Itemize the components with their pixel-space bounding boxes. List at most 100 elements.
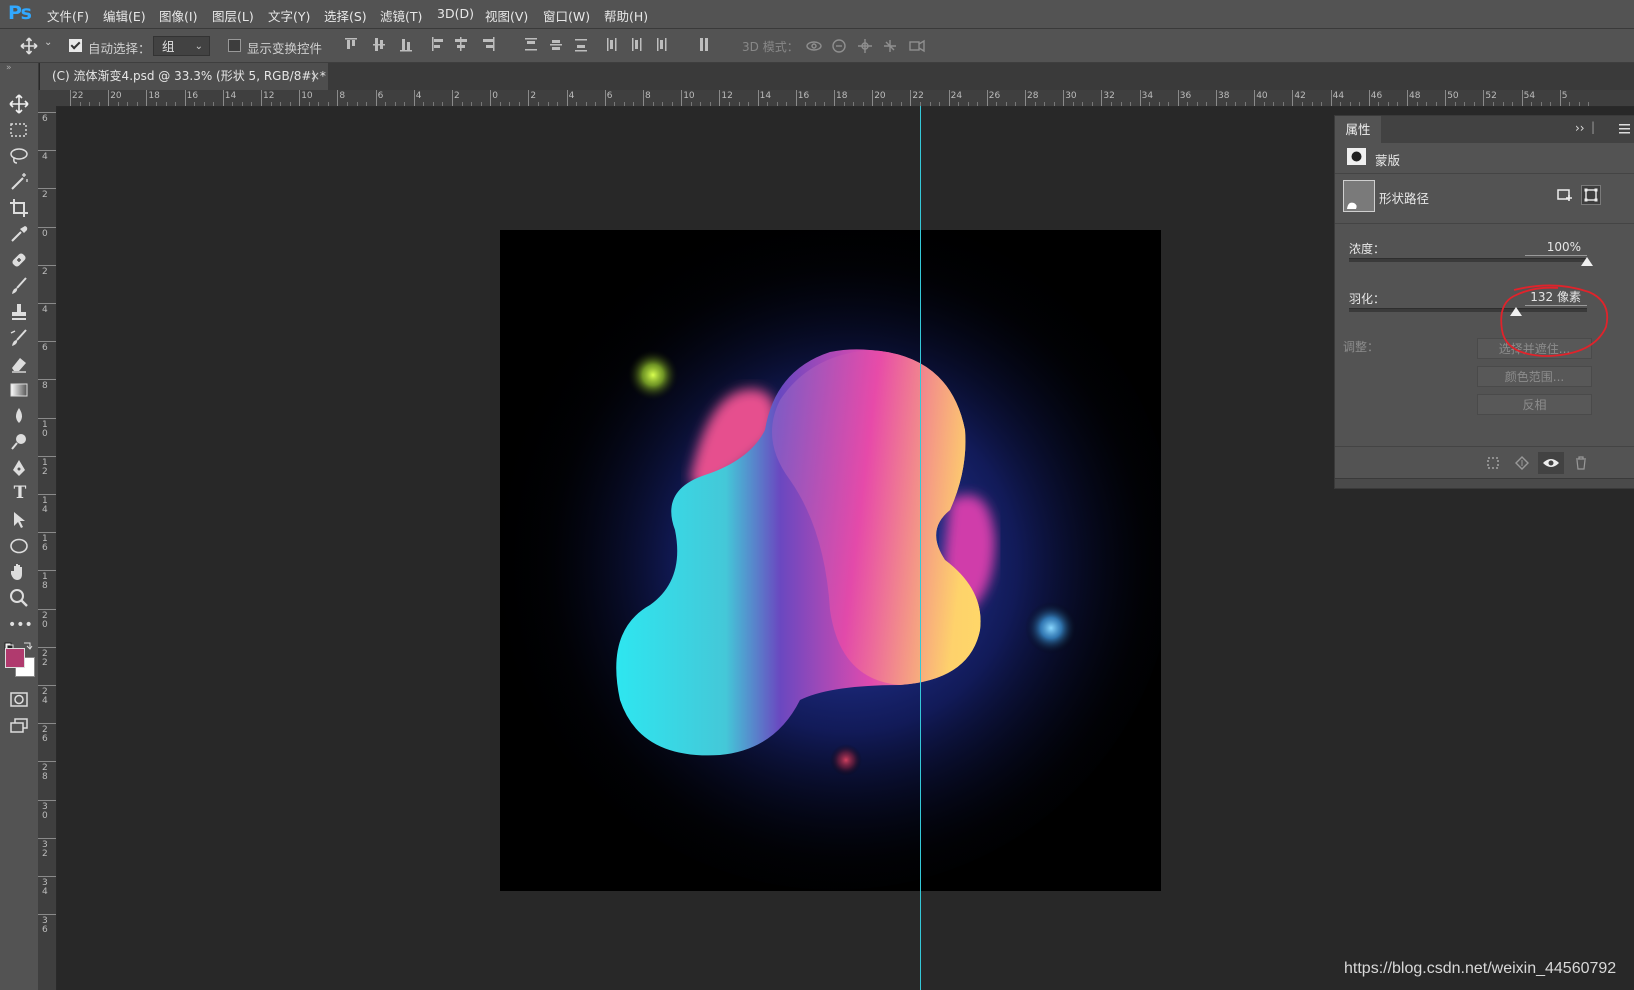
apply-mask-icon[interactable] <box>1514 456 1530 470</box>
menu-select[interactable]: 选择(S) <box>324 6 367 25</box>
type-tool-icon[interactable]: T <box>9 483 31 503</box>
gradient-tool-icon[interactable] <box>9 380 29 400</box>
properties-tab-bar: 属性 ›› | <box>1335 116 1634 143</box>
menu-edit[interactable]: 编辑(E) <box>103 6 146 25</box>
close-tab-icon[interactable]: × <box>310 63 320 90</box>
ruler-minor-tick <box>1311 102 1313 106</box>
3d-mode-tool-icons[interactable] <box>806 37 926 55</box>
brush-tool-icon[interactable] <box>9 276 29 296</box>
ruler-tick <box>261 90 262 106</box>
color-range-button[interactable]: 颜色范围... <box>1477 366 1592 387</box>
ruler-label: 2 <box>454 91 460 101</box>
panel-resize-handle[interactable] <box>1335 478 1634 488</box>
ruler-tick <box>986 90 988 106</box>
document-canvas[interactable] <box>500 230 1161 891</box>
ruler-origin[interactable] <box>38 90 56 106</box>
eyedropper-tool-icon[interactable] <box>9 224 29 244</box>
ruler-minor-tick <box>576 102 578 106</box>
ruler-tick <box>146 90 148 106</box>
ruler-minor-tick <box>1540 102 1542 106</box>
move-tool-icon[interactable] <box>9 94 29 114</box>
menu-3d[interactable]: 3D(D) <box>437 6 474 21</box>
ruler-label: 6 <box>42 114 48 124</box>
menu-type[interactable]: 文字(Y) <box>268 6 310 25</box>
ruler-minor-tick <box>1512 102 1514 106</box>
ruler-label: 42 <box>1294 91 1306 101</box>
vertical-ruler[interactable]: 6 4 2 0 2 4 6 8 1 0 1 2 1 4 1 6 1 8 2 0 2 2 2 4 2 6 2 8 3 … <box>38 106 57 990</box>
document-tab[interactable]: (C) 流体渐变4.psd @ 33.3% (形状 5, RGB/8#) * × <box>40 63 328 90</box>
vector-mask-button[interactable] <box>1581 185 1601 205</box>
dodge-tool-icon[interactable] <box>9 432 29 452</box>
horizontal-ruler[interactable]: 22 20 18 16 14 12 10 8 6 4 2 0 2 4 6 8 10 12 14 16 18 20 22 24 2… <box>56 90 1634 107</box>
visibility-toggle[interactable] <box>1538 452 1564 474</box>
density-input[interactable]: 100% <box>1525 240 1587 256</box>
auto-select-value: 组 <box>162 39 175 54</box>
show-transform-checkbox[interactable] <box>228 39 241 52</box>
ruler-minor-tick <box>518 102 520 106</box>
menu-file[interactable]: 文件(F) <box>47 6 89 25</box>
ruler-minor-tick <box>1235 102 1237 106</box>
path-selection-tool-icon[interactable] <box>9 510 29 530</box>
foreground-color-swatch[interactable] <box>5 648 25 668</box>
menu-image[interactable]: 图像(I) <box>159 6 197 25</box>
more-tools-icon[interactable]: ••• <box>8 615 33 635</box>
density-slider[interactable] <box>1349 258 1587 262</box>
auto-select-checkbox[interactable] <box>69 39 82 52</box>
ruler-tick <box>299 90 301 106</box>
ruler-minor-tick <box>595 102 597 106</box>
menu-window[interactable]: 窗口(W) <box>543 6 590 25</box>
ruler-minor-tick <box>709 102 711 106</box>
blur-tool-icon[interactable] <box>9 406 29 426</box>
history-brush-tool-icon[interactable] <box>9 328 29 348</box>
move-tool-icon[interactable] <box>20 37 38 55</box>
hand-tool-icon[interactable] <box>9 562 29 582</box>
ruler-label: 2 4 <box>42 687 48 706</box>
tool-preset-chevron-icon[interactable]: ⌄ <box>44 37 52 48</box>
pen-tool-icon[interactable] <box>9 458 29 478</box>
clone-stamp-tool-icon[interactable] <box>9 302 29 322</box>
watermark: https://blog.csdn.net/weixin_44560792 <box>1344 960 1617 977</box>
ellipse-tool-icon[interactable] <box>9 536 29 556</box>
ruler-minor-tick <box>805 102 807 106</box>
menu-view[interactable]: 视图(V) <box>485 6 528 25</box>
tab-properties[interactable]: 属性 <box>1335 116 1381 143</box>
ruler-minor-tick <box>547 102 549 106</box>
marquee-tool-icon[interactable] <box>9 120 29 140</box>
density-slider-thumb[interactable] <box>1581 257 1593 266</box>
ruler-minor-tick <box>1187 102 1189 106</box>
ruler-minor-tick <box>862 102 864 106</box>
lasso-tool-icon[interactable] <box>9 146 29 166</box>
ruler-tick <box>38 341 56 343</box>
menu-layer[interactable]: 图层(L) <box>212 6 254 25</box>
collapse-panel-icon[interactable]: » <box>6 63 12 73</box>
load-selection-icon[interactable] <box>1486 456 1500 470</box>
ruler-label: 0 <box>492 91 498 101</box>
ruler-minor-tick <box>136 102 138 106</box>
quick-mask-icon[interactable] <box>9 690 29 710</box>
eraser-tool-icon[interactable] <box>9 354 29 374</box>
ruler-tick <box>38 303 56 304</box>
ruler-tick <box>490 90 492 106</box>
collapse-panel-icon[interactable]: ›› <box>1575 121 1585 135</box>
add-vector-mask-icon[interactable] <box>1557 188 1573 202</box>
crop-tool-icon[interactable] <box>9 198 29 218</box>
ruler-tick <box>1139 90 1141 106</box>
ruler-tick <box>795 90 797 106</box>
auto-select-dropdown[interactable]: 组 ⌄ <box>153 36 210 56</box>
ruler-minor-tick <box>442 102 444 106</box>
ruler-label: 44 <box>1332 91 1345 101</box>
menu-filter[interactable]: 滤镜(T) <box>380 6 422 25</box>
delete-mask-icon[interactable] <box>1574 456 1588 470</box>
ruler-tick <box>1254 90 1256 106</box>
ruler-minor-tick <box>1282 102 1284 106</box>
ruler-label: 2 <box>530 91 537 101</box>
ruler-minor-tick <box>1492 102 1494 106</box>
panel-menu-icon[interactable] <box>1619 124 1631 134</box>
zoom-tool-icon[interactable] <box>9 588 29 608</box>
invert-button[interactable]: 反相 <box>1477 394 1592 415</box>
healing-brush-tool-icon[interactable] <box>9 250 29 270</box>
magic-wand-tool-icon[interactable] <box>9 172 29 192</box>
menu-help[interactable]: 帮助(H) <box>604 6 648 25</box>
vertical-guide-line[interactable] <box>920 106 921 990</box>
screen-mode-icon[interactable] <box>9 716 29 736</box>
